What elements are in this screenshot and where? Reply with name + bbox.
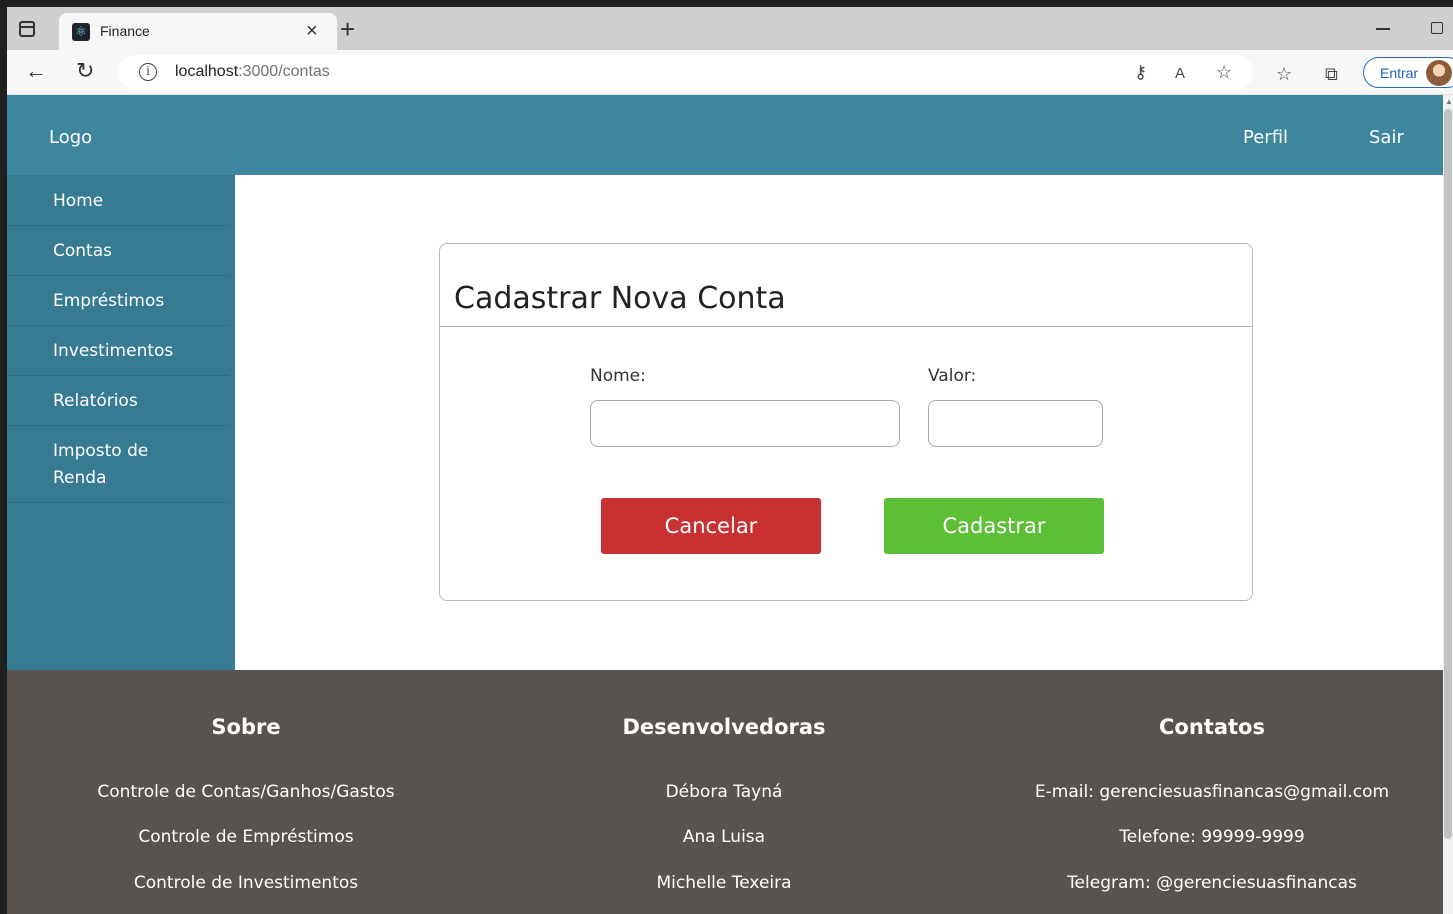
- signin-label: Entrar: [1380, 65, 1419, 81]
- url-path: :3000/contas: [238, 63, 330, 80]
- page-scrollbar[interactable]: ▲: [1443, 95, 1453, 914]
- tab-actions-icon[interactable]: [19, 21, 35, 37]
- footer-item: E-mail: gerenciesuasfinancas@gmail.com: [1034, 782, 1390, 802]
- new-tab-icon[interactable]: +: [340, 15, 355, 43]
- footer: Sobre Controle de Contas/Ganhos/Gastos C…: [7, 670, 1443, 914]
- profile-link[interactable]: Perfil: [1243, 127, 1288, 148]
- new-account-form-card: Cadastrar Nova Conta Nome: Valor: Cancel…: [439, 243, 1253, 601]
- sidebar-item-label: Contas: [53, 241, 112, 261]
- site-info-icon[interactable]: i: [139, 63, 157, 81]
- sidebar-item-label: Investimentos: [53, 341, 174, 361]
- logo[interactable]: Logo: [49, 127, 92, 148]
- sidebar-item-home[interactable]: Home: [7, 175, 229, 226]
- sidebar-item-contas[interactable]: Contas: [7, 226, 229, 276]
- favorites-icon[interactable]: ☆: [1276, 64, 1292, 84]
- browser-window: ⚛ Finance × + ← ↻ i localhost:3000/conta…: [7, 7, 1453, 914]
- main-content: Cadastrar Nova Conta Nome: Valor: Cancel…: [235, 175, 1443, 670]
- url-host: localhost: [175, 63, 239, 80]
- footer-heading: Contatos: [1159, 715, 1265, 739]
- signin-button[interactable]: Entrar: [1363, 57, 1453, 88]
- form-divider: [440, 326, 1252, 327]
- logout-link[interactable]: Sair: [1369, 127, 1404, 148]
- footer-item: Ana Luisa: [682, 827, 766, 847]
- sidebar-item-label: Empréstimos: [53, 291, 165, 311]
- cancel-button[interactable]: Cancelar: [601, 498, 821, 554]
- sidebar-item-label-line1: Imposto de: [53, 441, 149, 461]
- submit-button[interactable]: Cadastrar: [884, 498, 1104, 554]
- footer-item: Michelle Texeira: [656, 873, 792, 893]
- read-aloud-icon[interactable]: A: [1175, 63, 1185, 85]
- favorite-star-icon[interactable]: ☆: [1216, 61, 1232, 83]
- form-title: Cadastrar Nova Conta: [454, 281, 786, 316]
- tab-strip: ⚛ Finance × +: [7, 7, 1453, 50]
- footer-item: Telefone: 99999-9999: [1119, 827, 1305, 847]
- maximize-icon[interactable]: [1431, 22, 1443, 34]
- scrollbar-thumb[interactable]: [1444, 109, 1452, 839]
- profile-avatar: [1426, 60, 1452, 86]
- footer-item: Débora Tayná: [665, 782, 783, 802]
- scroll-up-icon[interactable]: ▲: [1445, 97, 1453, 106]
- key-icon[interactable]: ⚷: [1134, 61, 1147, 83]
- footer-heading: Desenvolvedoras: [622, 715, 826, 739]
- sidebar-item-relatorios[interactable]: Relatórios: [7, 376, 229, 426]
- browser-toolbar: ← ↻ i localhost:3000/contas ⚷ A ☆ ☆ ⧉ En…: [7, 50, 1453, 95]
- name-label: Nome:: [590, 366, 646, 386]
- footer-item: Controle de Investimentos: [133, 873, 359, 893]
- sidebar-item-imposto-de-renda[interactable]: Imposto de Renda: [7, 426, 229, 503]
- footer-item: Controle de Empréstimos: [138, 827, 354, 847]
- sidebar-item-emprestimos[interactable]: Empréstimos: [7, 276, 229, 326]
- value-input[interactable]: [928, 400, 1103, 447]
- sidebar-item-label: Home: [53, 191, 104, 211]
- sidebar-item-investimentos[interactable]: Investimentos: [7, 326, 229, 376]
- app-header: Logo Perfil Sair: [7, 95, 1443, 175]
- tab-title: Finance: [100, 23, 150, 39]
- sidebar-item-label: Relatórios: [53, 391, 138, 411]
- minimize-icon[interactable]: [1376, 28, 1390, 30]
- react-favicon-icon: ⚛: [72, 23, 90, 41]
- sidebar-item-label-line2: Renda: [53, 468, 107, 488]
- browser-tab[interactable]: ⚛ Finance ×: [59, 13, 337, 50]
- name-input[interactable]: [590, 400, 900, 447]
- value-label: Valor:: [928, 366, 977, 386]
- back-arrow-icon[interactable]: ←: [25, 59, 47, 83]
- close-tab-icon[interactable]: ×: [306, 19, 318, 43]
- collections-icon[interactable]: ⧉: [1325, 64, 1338, 84]
- footer-heading: Sobre: [211, 715, 281, 739]
- footer-item: Telegram: @gerenciesuasfinancas: [1067, 873, 1357, 893]
- address-bar[interactable]: i localhost:3000/contas ⚷ A ☆: [118, 55, 1253, 89]
- footer-item: Controle de Contas/Ganhos/Gastos: [97, 782, 395, 802]
- web-page: Logo Perfil Sair Home Contas Empréstimos…: [7, 95, 1443, 914]
- sidebar: Home Contas Empréstimos Investimentos Re…: [7, 175, 235, 670]
- reload-icon[interactable]: ↻: [76, 59, 94, 83]
- url-text[interactable]: localhost:3000/contas: [175, 63, 330, 81]
